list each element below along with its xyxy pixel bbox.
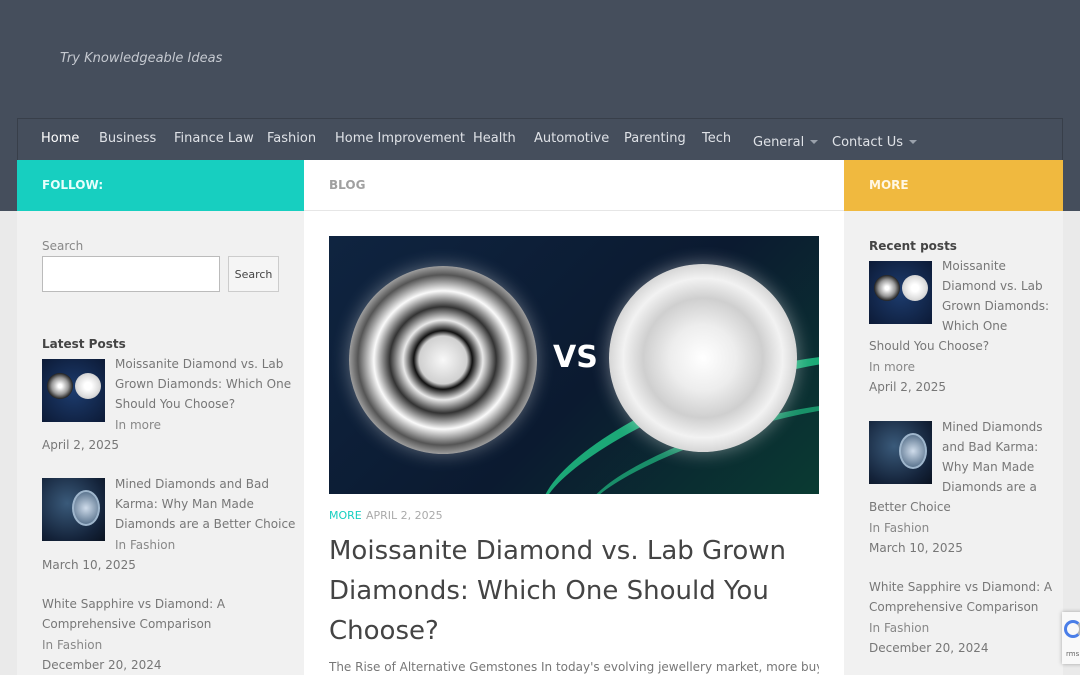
- chevron-down-icon: [810, 139, 819, 144]
- post-category[interactable]: In Fashion: [42, 638, 102, 652]
- post-category[interactable]: In Fashion: [869, 521, 929, 535]
- post-thumbnail[interactable]: [42, 478, 105, 541]
- post-category[interactable]: In Fashion: [869, 621, 929, 635]
- nav-home-improvement[interactable]: Home Improvement: [335, 131, 465, 146]
- blog-label: BLOG: [329, 178, 366, 192]
- nav-general[interactable]: General: [753, 135, 804, 150]
- search-input[interactable]: [42, 256, 220, 292]
- post-thumbnail[interactable]: [869, 261, 932, 324]
- more-label: MORE: [869, 178, 909, 192]
- nav-finance-law[interactable]: Finance Law: [174, 131, 254, 146]
- nav-general-wrap[interactable]: General: [753, 131, 819, 150]
- post-date: December 20, 2024: [42, 658, 162, 672]
- nav-automotive[interactable]: Automotive: [534, 131, 609, 146]
- nav-fashion[interactable]: Fashion: [267, 131, 316, 146]
- post-title[interactable]: Moissanite Diamond vs. Lab Grown Diamond…: [329, 531, 799, 651]
- recent-posts-title: Recent posts: [869, 239, 957, 253]
- nav-tech[interactable]: Tech: [702, 131, 731, 146]
- nav-home[interactable]: Home: [41, 131, 79, 146]
- post-category-link[interactable]: MORE: [329, 509, 362, 522]
- recaptcha-text: rms: [1066, 650, 1080, 658]
- main-content: BLOG VS MORE APRIL 2, 2025 Moissanite Di…: [304, 160, 844, 675]
- post-title-link[interactable]: White Sapphire vs Diamond: A Comprehensi…: [869, 577, 1052, 617]
- post-title-link-cont[interactable]: Better Choice: [869, 497, 951, 517]
- site-tagline: Try Knowledgeable Ideas: [60, 51, 223, 66]
- post-date: April 2, 2025: [869, 380, 947, 394]
- post-title-link[interactable]: White Sapphire vs Diamond: A Comprehensi…: [42, 594, 225, 634]
- blog-header: BLOG: [304, 160, 844, 211]
- vs-label: VS: [553, 340, 598, 375]
- recaptcha-icon: [1064, 620, 1080, 638]
- follow-header: FOLLOW:: [17, 160, 304, 211]
- nav-health[interactable]: Health: [473, 131, 516, 146]
- search-button[interactable]: Search: [228, 256, 279, 292]
- lab-diamond-image: [609, 264, 797, 452]
- follow-label: FOLLOW:: [42, 178, 104, 192]
- post-title-link[interactable]: Moissanite Diamond vs. Lab Grown Diamond…: [115, 354, 291, 414]
- latest-posts-title: Latest Posts: [42, 337, 126, 351]
- search-label: Search: [42, 239, 84, 253]
- main-nav: Home Business Finance Law Fashion Home I…: [17, 118, 1063, 160]
- nav-contact-us[interactable]: Contact Us: [832, 135, 903, 150]
- post-excerpt: The Rise of Alternative Gemstones In tod…: [329, 660, 819, 674]
- post-category[interactable]: In more: [869, 360, 915, 374]
- recaptcha-badge[interactable]: rms: [1062, 612, 1080, 664]
- post-date: APRIL 2, 2025: [366, 509, 443, 522]
- post-date: December 20, 2024: [869, 641, 989, 655]
- post-thumbnail[interactable]: [869, 421, 932, 484]
- more-header: MORE: [844, 160, 1063, 211]
- post-title-link[interactable]: Mined Diamonds and Bad Karma: Why Man Ma…: [942, 417, 1043, 497]
- post-thumbnail[interactable]: [42, 359, 105, 422]
- post-category[interactable]: In Fashion: [115, 538, 175, 552]
- nav-business[interactable]: Business: [99, 131, 156, 146]
- right-sidebar: MORE Recent posts Moissanite Diamond vs.…: [844, 160, 1063, 675]
- chevron-down-icon: [909, 139, 917, 144]
- post-title-link[interactable]: Moissanite Diamond vs. Lab Grown Diamond…: [942, 256, 1049, 336]
- post-title-link[interactable]: Mined Diamonds and Bad Karma: Why Man Ma…: [115, 474, 295, 534]
- post-date: March 10, 2025: [869, 541, 963, 555]
- nav-parenting[interactable]: Parenting: [624, 131, 686, 146]
- moissanite-diamond-image: [349, 266, 537, 454]
- post-date: April 2, 2025: [42, 438, 120, 452]
- left-sidebar: FOLLOW: Search Search Latest Posts Moiss…: [17, 160, 304, 675]
- featured-image[interactable]: VS: [329, 236, 819, 494]
- nav-contact-wrap[interactable]: Contact Us: [832, 131, 917, 150]
- post-title-link-cont[interactable]: Should You Choose?: [869, 336, 989, 356]
- post-date: March 10, 2025: [42, 558, 136, 572]
- post-category[interactable]: In more: [115, 418, 161, 432]
